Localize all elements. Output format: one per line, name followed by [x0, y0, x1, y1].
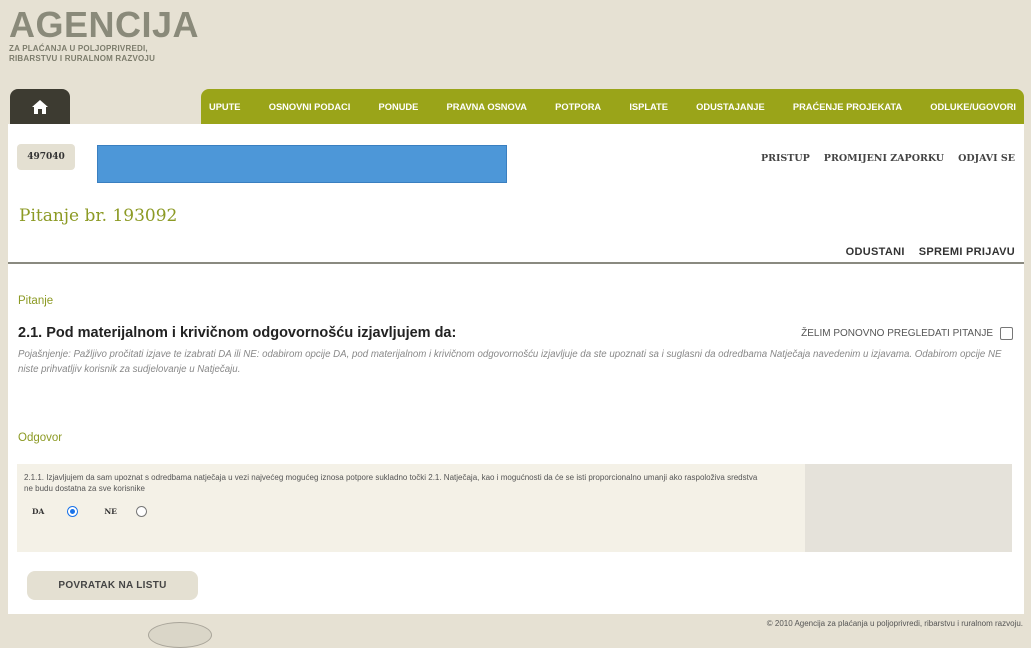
- footer-copyright: © 2010 Agencija za plaćanja u poljoprivr…: [766, 619, 1023, 628]
- divider: [8, 262, 1024, 264]
- nav-item-odluke-ugovori[interactable]: ODLUKE/UGOVORI: [930, 102, 1016, 112]
- logo-title: AGENCIJA: [9, 4, 200, 45]
- review-question-label: ŽELIM PONOVNO PREGLEDATI PITANJE: [801, 328, 993, 339]
- answer-row: 2.1.1. Izjavljujem da sam upoznat s odre…: [17, 464, 1012, 552]
- save-application-button[interactable]: SPREMI PRIJAVU: [919, 246, 1015, 258]
- answer-side-panel: [805, 464, 1012, 552]
- logout-link[interactable]: ODJAVI SE: [958, 153, 1015, 164]
- question-section-label: Pitanje: [18, 295, 54, 307]
- user-id-badge: 497040: [17, 144, 75, 170]
- nav-item-odustajanje[interactable]: ODUSTAJANJE: [696, 102, 765, 112]
- nav-item-isplate[interactable]: ISPLATE: [629, 102, 668, 112]
- question-explanation: Pojašnjenje: Pažljivo pročitati izjave t…: [18, 349, 1002, 375]
- option-yes-radio[interactable]: [67, 506, 79, 517]
- review-question-checkbox[interactable]: [1000, 327, 1013, 340]
- answer-options: DA NE: [32, 506, 147, 517]
- footer-ornament: [148, 622, 212, 648]
- answer-section-label: Odgovor: [18, 432, 63, 444]
- change-password-link[interactable]: PROMIJENI ZAPORKU: [824, 153, 944, 164]
- page-title: Pitanje br. 193092: [19, 206, 178, 226]
- logo-subtitle-line1: ZA PLAĆANJA U POLJOPRIVREDI,: [9, 44, 148, 53]
- nav-item-ponude[interactable]: PONUDE: [379, 102, 419, 112]
- main-panel: 497040 PRISTUP PROMIJENI ZAPORKU ODJAVI …: [8, 124, 1024, 614]
- back-to-list-button[interactable]: POVRATAK NA LISTU: [27, 571, 198, 600]
- redacted-user-name: [97, 145, 507, 183]
- form-actions: ODUSTANI SPREMI PRIJAVU: [846, 246, 1015, 258]
- home-button[interactable]: [10, 89, 70, 124]
- nav-item-osnovni-podaci[interactable]: OSNOVNI PODACI: [269, 102, 351, 112]
- nav-item-pracenje-projekata[interactable]: PRAĆENJE PROJEKATA: [793, 102, 902, 112]
- review-question-toggle[interactable]: ŽELIM PONOVNO PREGLEDATI PITANJE: [801, 327, 1013, 340]
- answer-statement: 2.1.1. Izjavljujem da sam upoznat s odre…: [24, 473, 758, 493]
- option-no-radio[interactable]: [135, 506, 147, 517]
- main-nav: UPUTE OSNOVNI PODACI PONUDE PRAVNA OSNOV…: [201, 89, 1024, 124]
- cancel-button[interactable]: ODUSTANI: [846, 246, 905, 258]
- question-title: 2.1. Pod materijalnom i krivičnom odgovo…: [18, 325, 457, 341]
- access-link[interactable]: PRISTUP: [761, 153, 810, 164]
- option-no-label: NE: [104, 507, 117, 516]
- logo-subtitle-line2: RIBARSTVU I RURALNOM RAZVOJU: [9, 54, 156, 63]
- agency-logo[interactable]: AGENCIJA ZA PLAĆANJA U POLJOPRIVREDI, RI…: [9, 6, 199, 64]
- home-icon: [32, 99, 48, 114]
- nav-item-upute[interactable]: UPUTE: [209, 102, 241, 112]
- account-links: PRISTUP PROMIJENI ZAPORKU ODJAVI SE: [761, 153, 1015, 164]
- nav-item-potpora[interactable]: POTPORA: [555, 102, 601, 112]
- nav-item-pravna-osnova[interactable]: PRAVNA OSNOVA: [447, 102, 527, 112]
- option-yes-label: DA: [32, 507, 45, 516]
